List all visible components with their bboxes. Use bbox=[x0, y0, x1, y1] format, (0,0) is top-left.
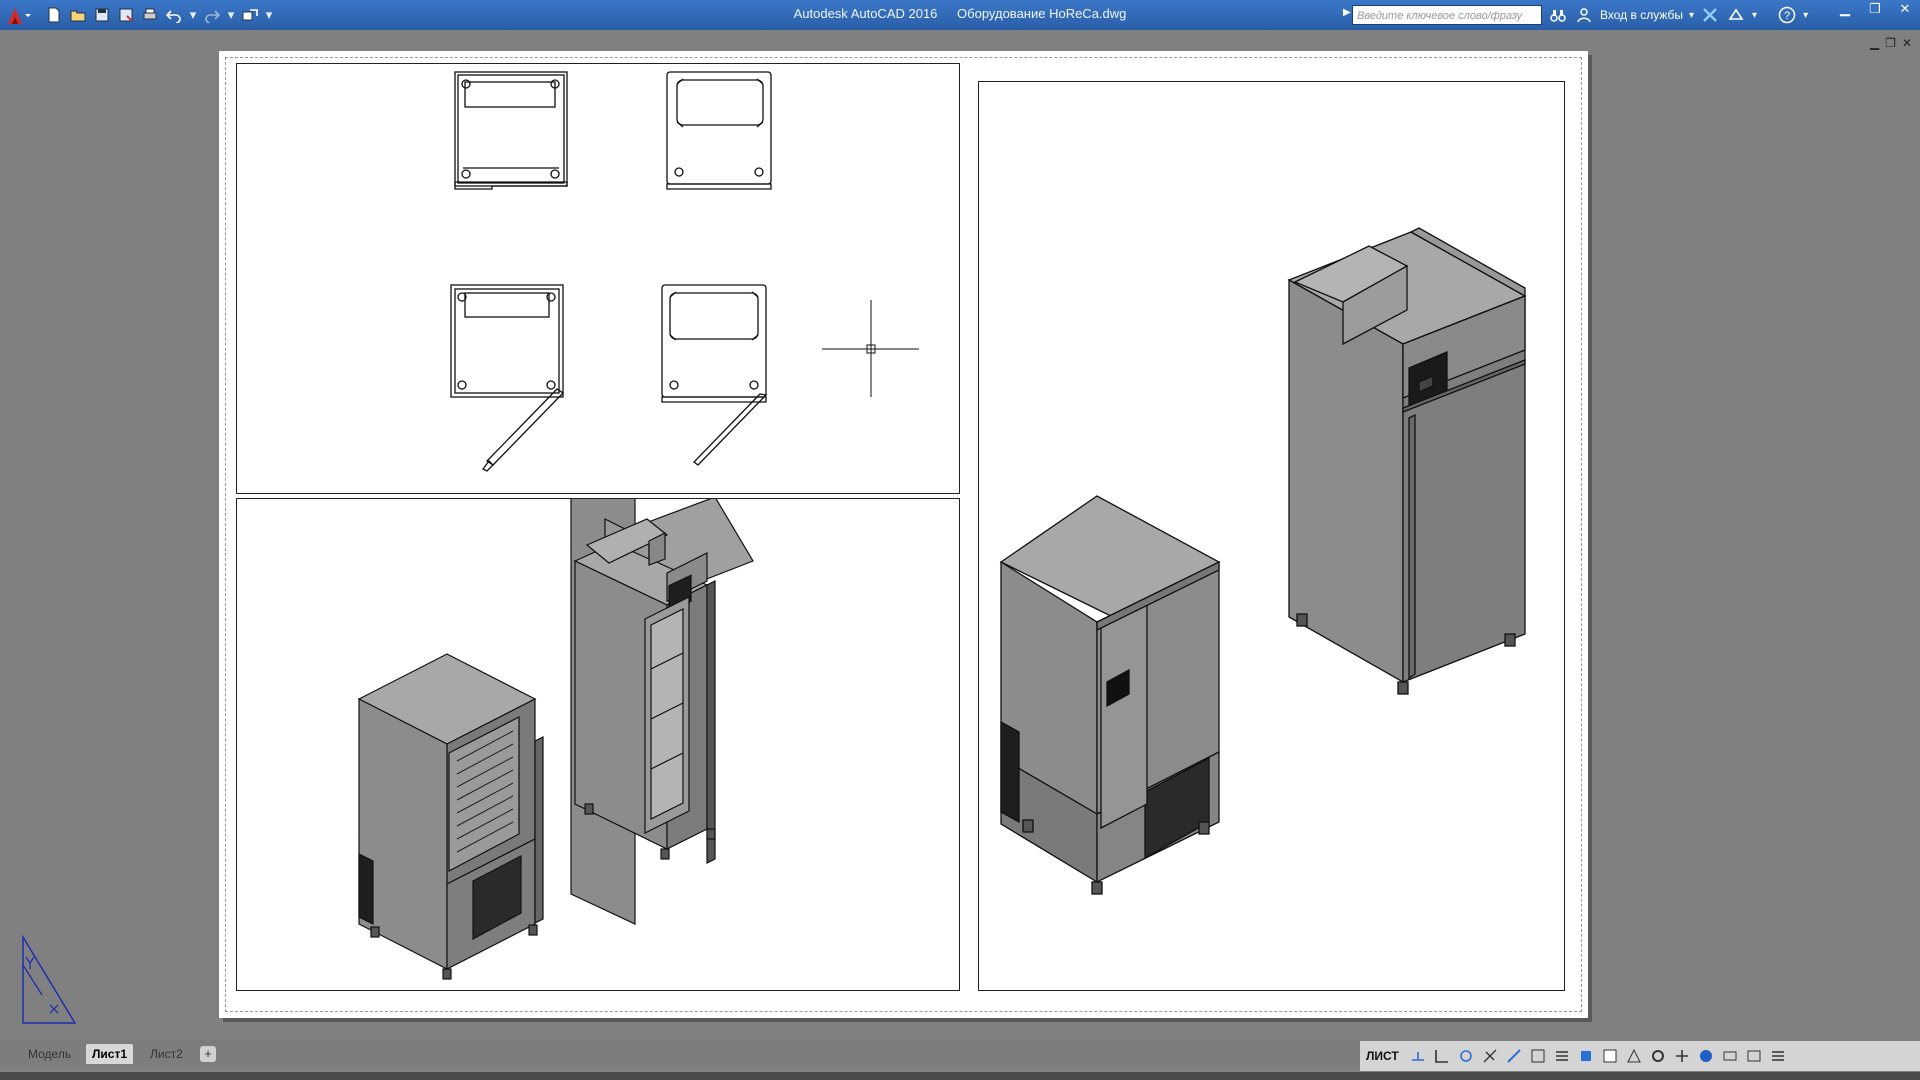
app-name: Autodesk AutoCAD 2016 bbox=[793, 6, 938, 21]
doc-close-icon[interactable]: ✕ bbox=[1902, 36, 1912, 50]
customize-menu-icon[interactable] bbox=[1767, 1045, 1789, 1067]
document-controls: ▁ ❐ ✕ bbox=[1870, 36, 1912, 50]
chevron-down-icon[interactable]: ▾ bbox=[1803, 10, 1808, 21]
ucs-icon bbox=[20, 934, 80, 1025]
plan-view-3 bbox=[450, 284, 565, 472]
iso-large-drawing bbox=[999, 227, 1527, 895]
viewport-iso-large[interactable] bbox=[978, 81, 1565, 991]
title-bar: ▾ ▾ ▾ Autodesk AutoCAD 2016 Оборудование… bbox=[0, 0, 1920, 30]
chevron-down-icon[interactable]: ▾ bbox=[264, 5, 274, 25]
workspace-icon[interactable] bbox=[1647, 1045, 1669, 1067]
help-icon[interactable]: ? bbox=[1777, 5, 1797, 25]
annotation-scale-icon[interactable] bbox=[1623, 1045, 1645, 1067]
transparency-icon[interactable] bbox=[1527, 1045, 1549, 1067]
clean-screen-icon[interactable] bbox=[1743, 1045, 1765, 1067]
annotation-monitor-icon[interactable] bbox=[1575, 1045, 1597, 1067]
osnap-icon[interactable] bbox=[1479, 1045, 1501, 1067]
new-icon[interactable] bbox=[44, 5, 64, 25]
minimize-icon[interactable]: ▁ bbox=[1830, 0, 1860, 20]
tab-layout2[interactable]: Лист2 bbox=[144, 1044, 189, 1064]
crosshair-cursor bbox=[822, 300, 919, 397]
blast-chiller-small bbox=[357, 653, 544, 980]
save-as-icon[interactable] bbox=[116, 5, 136, 25]
snap-icon[interactable] bbox=[1431, 1045, 1453, 1067]
chevron-down-icon[interactable]: ▾ bbox=[1752, 10, 1757, 21]
plan-views-drawing bbox=[450, 71, 919, 472]
plan-view-1 bbox=[454, 71, 568, 190]
viewport-plan-views[interactable] bbox=[236, 63, 960, 494]
doc-restore-icon[interactable]: ❐ bbox=[1885, 36, 1896, 50]
signin-label[interactable]: Вход в службы bbox=[1600, 8, 1683, 22]
refrigerator-open bbox=[573, 518, 716, 864]
quick-properties-icon[interactable] bbox=[1599, 1045, 1621, 1067]
selection-cycling-icon[interactable] bbox=[1551, 1045, 1573, 1067]
tab-model[interactable]: Модель bbox=[22, 1044, 77, 1064]
search-input[interactable]: Введите ключевое слово/фразу bbox=[1352, 5, 1542, 25]
plus-icon[interactable] bbox=[1671, 1045, 1693, 1067]
taskbar-edge bbox=[0, 1072, 1920, 1080]
print-icon[interactable] bbox=[140, 5, 160, 25]
polar-tracking-icon[interactable] bbox=[1455, 1045, 1477, 1067]
maximize-icon[interactable]: ❐ bbox=[1860, 0, 1890, 20]
isolate-objects-icon[interactable] bbox=[1695, 1045, 1717, 1067]
refrigerator-large bbox=[1287, 227, 1527, 695]
save-icon[interactable] bbox=[92, 5, 112, 25]
doc-minimize-icon[interactable]: ▁ bbox=[1870, 36, 1879, 50]
binoculars-icon[interactable] bbox=[1548, 5, 1568, 25]
autocad-logo-icon[interactable] bbox=[6, 6, 32, 26]
autodesk360-icon[interactable] bbox=[1726, 5, 1746, 25]
chevron-down-icon[interactable]: ▾ bbox=[188, 5, 198, 25]
lineweight-icon[interactable] bbox=[1503, 1045, 1525, 1067]
tab-layout1[interactable]: Лист1 bbox=[86, 1044, 134, 1064]
share-icon[interactable] bbox=[240, 5, 260, 25]
add-layout-button[interactable]: + bbox=[200, 1046, 216, 1062]
chevron-right-icon[interactable]: ▶ bbox=[1343, 7, 1352, 23]
document-name: Оборудование HoReCa.dwg bbox=[957, 6, 1127, 21]
svg-text:?: ? bbox=[1784, 10, 1790, 22]
layout-paper bbox=[219, 51, 1588, 1018]
plan-view-2 bbox=[666, 71, 772, 190]
hardware-acceleration-icon[interactable] bbox=[1719, 1045, 1741, 1067]
open-icon[interactable] bbox=[68, 5, 88, 25]
user-icon[interactable] bbox=[1574, 5, 1594, 25]
quick-access-toolbar: ▾ ▾ ▾ bbox=[44, 4, 274, 26]
exchange-icon[interactable] bbox=[1700, 5, 1720, 25]
plan-view-4 bbox=[661, 284, 768, 466]
close-icon[interactable]: ✕ bbox=[1890, 0, 1920, 20]
infocenter-toolbar: Вход в службы ▾ ▾ ? ▾ bbox=[1548, 4, 1808, 26]
grid-icon[interactable] bbox=[1407, 1045, 1429, 1067]
chevron-down-icon[interactable]: ▾ bbox=[1689, 10, 1694, 21]
window-controls: ▁ ❐ ✕ bbox=[1830, 0, 1920, 22]
blast-chiller-large bbox=[999, 495, 1221, 895]
undo-icon[interactable] bbox=[164, 5, 184, 25]
redo-icon[interactable] bbox=[202, 5, 222, 25]
status-bar: ЛИСТ bbox=[1360, 1041, 1920, 1071]
viewport-iso-small[interactable] bbox=[236, 498, 960, 991]
chevron-down-icon[interactable]: ▾ bbox=[226, 5, 236, 25]
iso-small-drawing bbox=[357, 499, 754, 980]
paper-space-toggle[interactable]: ЛИСТ bbox=[1366, 1049, 1399, 1063]
